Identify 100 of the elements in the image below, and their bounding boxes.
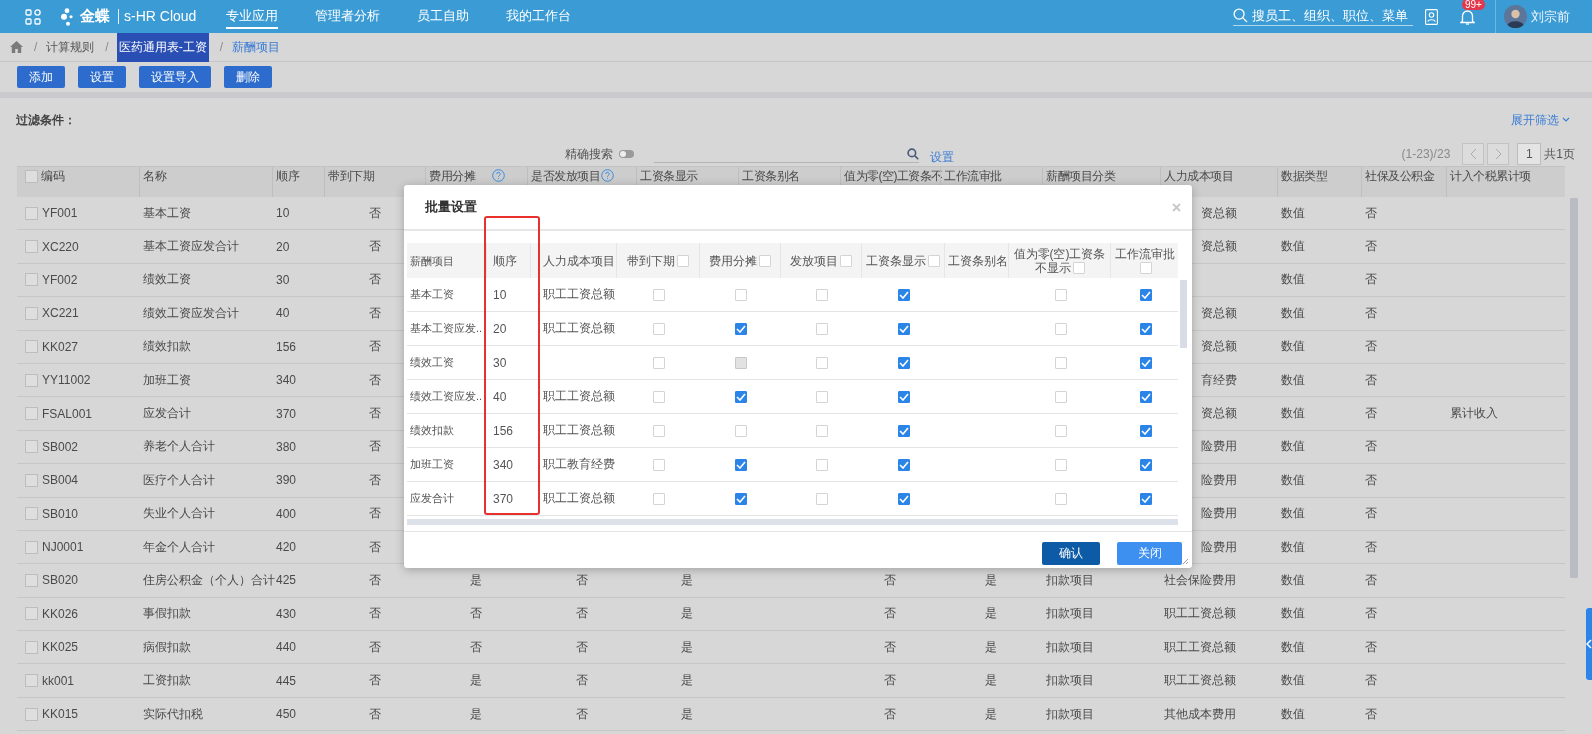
- table-cell: 156: [493, 423, 514, 438]
- checkbox[interactable]: [1139, 458, 1152, 471]
- checkbox[interactable]: [25, 507, 38, 521]
- checkbox[interactable]: [1139, 356, 1152, 369]
- table-cell: 数值: [1281, 371, 1305, 389]
- checkbox[interactable]: [898, 356, 910, 369]
- checkbox[interactable]: [898, 492, 910, 505]
- scrollbar[interactable]: [407, 519, 1178, 525]
- column-header[interactable]: 带到下期: [328, 169, 374, 183]
- checkbox[interactable]: [25, 306, 38, 320]
- confirm-button[interactable]: 确认: [1042, 542, 1100, 565]
- nav-tab[interactable]: 管理者分析: [315, 4, 381, 29]
- expand-filter-link[interactable]: 展开筛选: [1511, 111, 1570, 129]
- checkbox[interactable]: [1139, 288, 1152, 301]
- checkbox[interactable]: [735, 390, 747, 403]
- checkbox[interactable]: [1139, 424, 1152, 437]
- toggle-switch[interactable]: [619, 150, 634, 158]
- table-cell: 20: [493, 321, 507, 336]
- checkbox[interactable]: [25, 240, 38, 254]
- column-header[interactable]: 值为零(空)工资条不: [844, 169, 943, 183]
- table-cell: 扣款项目: [1046, 672, 1094, 690]
- column-header[interactable]: 编码: [41, 169, 64, 183]
- column-header[interactable]: 数据类型: [1281, 169, 1327, 183]
- checkbox[interactable]: [898, 322, 910, 335]
- column-header[interactable]: 工资条显示: [640, 169, 698, 183]
- help-icon[interactable]: [492, 169, 505, 182]
- avatar[interactable]: [1504, 5, 1527, 28]
- table-cell: 育经费: [1201, 371, 1237, 389]
- nav-tab[interactable]: 员工自助: [417, 4, 470, 29]
- table-cell: 基本工资应发..: [410, 321, 483, 336]
- column-header[interactable]: 费用分摊: [429, 169, 475, 183]
- column-header[interactable]: 顺序: [276, 169, 299, 183]
- checkbox[interactable]: [25, 340, 38, 354]
- checkbox[interactable]: [898, 390, 910, 403]
- bell-icon[interactable]: [1460, 8, 1475, 25]
- home-icon[interactable]: [10, 41, 23, 53]
- previous-page-button[interactable]: [1462, 143, 1485, 165]
- breadcrumb-separator: /: [105, 40, 109, 54]
- apps-grid-icon[interactable]: [25, 8, 41, 25]
- checkbox[interactable]: [1139, 322, 1152, 335]
- checkbox[interactable]: [25, 373, 38, 387]
- column-header[interactable]: 工资条别名: [742, 169, 800, 183]
- checkbox[interactable]: [25, 206, 38, 220]
- scrollbar-thumb[interactable]: [1180, 280, 1187, 348]
- table-cell: 390: [276, 473, 297, 488]
- table-cell: 数值: [1281, 438, 1305, 456]
- side-panel-handle[interactable]: [1586, 608, 1592, 680]
- checkbox[interactable]: [25, 170, 38, 183]
- checkbox[interactable]: [1139, 390, 1152, 403]
- page-number-field[interactable]: 1: [1517, 143, 1542, 165]
- table-cell: 340: [276, 373, 297, 388]
- scrollbar-thumb[interactable]: [1570, 198, 1578, 578]
- column-header[interactable]: 薪酬项目分类: [1046, 169, 1115, 183]
- checkbox[interactable]: [25, 473, 38, 487]
- checkbox[interactable]: [1139, 492, 1152, 505]
- checkbox[interactable]: [25, 273, 38, 287]
- checkbox[interactable]: [898, 424, 910, 437]
- settings-link[interactable]: 设置: [930, 148, 954, 166]
- checkbox[interactable]: [25, 540, 38, 554]
- checkbox[interactable]: [25, 440, 38, 454]
- column-header: 人力成本项目: [543, 253, 615, 268]
- checkbox[interactable]: [735, 458, 747, 471]
- column-header: 带到下期: [627, 253, 689, 268]
- close-icon[interactable]: [1172, 202, 1181, 212]
- table-cell: 否: [368, 338, 381, 356]
- checkbox[interactable]: [25, 607, 38, 621]
- action-button[interactable]: 添加: [17, 66, 65, 88]
- checkbox[interactable]: [25, 407, 38, 421]
- checkbox[interactable]: [898, 288, 910, 301]
- table-cell: XC221: [42, 306, 79, 321]
- checkbox[interactable]: [25, 640, 38, 654]
- table-cell: 否: [470, 638, 482, 656]
- help-icon[interactable]: [601, 169, 614, 182]
- action-button[interactable]: 设置导入: [139, 66, 211, 88]
- column-header[interactable]: 名称: [143, 169, 166, 183]
- checkbox[interactable]: [25, 707, 38, 721]
- nav-tab[interactable]: 我的工作台: [506, 4, 572, 29]
- table-cell: 370: [493, 491, 514, 506]
- checkbox[interactable]: [25, 574, 38, 587]
- column-header[interactable]: 人力成本项目: [1164, 169, 1233, 183]
- action-button[interactable]: 设置: [78, 66, 126, 88]
- search-field[interactable]: [654, 145, 919, 163]
- column-header[interactable]: 是否发放项目: [531, 169, 600, 183]
- search-icon: [907, 147, 919, 160]
- checkbox[interactable]: [25, 674, 38, 688]
- checkbox[interactable]: [735, 322, 747, 335]
- column-header[interactable]: 工作流审批: [944, 169, 1002, 183]
- table-cell: 绩效扣款: [143, 338, 191, 356]
- close-button[interactable]: 关闭: [1117, 542, 1182, 565]
- table-cell: 险费用: [1201, 438, 1237, 456]
- nav-tab[interactable]: 专业应用: [226, 4, 279, 29]
- checkbox[interactable]: [898, 458, 910, 471]
- column-header[interactable]: 计入个税累计项: [1450, 169, 1531, 183]
- checkbox[interactable]: [735, 492, 747, 505]
- breadcrumb-item[interactable]: 计算规则: [46, 38, 95, 56]
- column-header[interactable]: 社保及公积金: [1365, 169, 1434, 183]
- resize-grip-icon[interactable]: [1182, 558, 1189, 565]
- contacts-icon[interactable]: [1425, 8, 1438, 25]
- action-button[interactable]: 删除: [224, 66, 272, 88]
- next-page-button[interactable]: [1487, 143, 1510, 165]
